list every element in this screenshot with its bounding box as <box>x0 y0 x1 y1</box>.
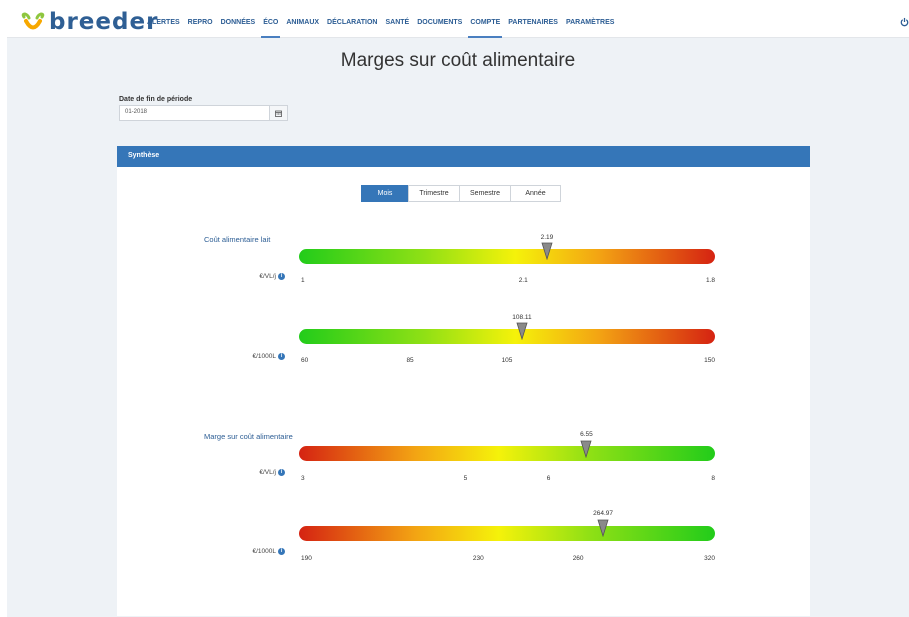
unit-text: €/VL/j <box>259 273 276 281</box>
gauge-marker <box>597 519 609 537</box>
unit-text: €/1000L <box>252 548 277 556</box>
gauge-bar <box>299 329 715 344</box>
nav-item-sante[interactable]: SANTÉ <box>381 7 413 38</box>
gauge-unit-label: €/VL/j i <box>205 469 285 476</box>
gauge-tick-label: 1 <box>301 277 305 284</box>
gauge-unit-label: €/1000L i <box>205 353 285 360</box>
gauge-value-label: 6.55 <box>580 431 593 438</box>
cow-head-icon <box>21 12 45 30</box>
gauge-group-title: Coût alimentaire lait <box>204 235 271 244</box>
nav-item-donnees[interactable]: DONNÉES <box>217 7 260 38</box>
gauge-value-label: 264.97 <box>593 510 614 517</box>
gauge-tick-label: 6 <box>546 475 551 482</box>
nav-item-documents[interactable]: DOCUMENTS <box>413 7 466 38</box>
gauge-unit-label: €/VL/j i <box>205 273 285 280</box>
top-navbar: breeder ALERTES REPRO DONNÉES ÉCO ANIMAUX DÉC… <box>7 7 909 38</box>
gauge-marker <box>541 242 553 260</box>
gauge-unit-label: €/1000L i <box>205 548 285 555</box>
info-icon[interactable]: i <box>278 273 285 280</box>
info-icon[interactable]: i <box>278 469 285 476</box>
gauge-marker <box>516 322 528 340</box>
nav-item-repro[interactable]: REPRO <box>184 7 217 38</box>
gauge-group-title: Marge sur coût alimentaire <box>204 432 293 441</box>
gauge-tick-label: 150 <box>704 357 715 364</box>
gauge-tick-label: 1.8 <box>705 277 715 284</box>
breeder-logo[interactable]: breeder <box>20 10 158 34</box>
gauge-bar <box>299 249 715 264</box>
gauge-tick-label: 320 <box>704 555 715 562</box>
unit-text: €/VL/j <box>259 469 276 477</box>
gauge-tick-label: 190 <box>301 555 312 562</box>
gauge-tick-label: 8 <box>711 475 715 482</box>
gauge-tick-label: 2.1 <box>518 277 528 284</box>
unit-text: €/1000L <box>252 353 277 361</box>
nav-item-animaux[interactable]: ANIMAUX <box>282 7 323 38</box>
main-nav: ALERTES REPRO DONNÉES ÉCO ANIMAUX DÉCLARATION… <box>143 7 618 38</box>
logo-text: breeder <box>49 9 159 35</box>
info-icon[interactable]: i <box>278 353 285 360</box>
app-frame: breeder ALERTES REPRO DONNÉES ÉCO ANIMAUX DÉC… <box>7 7 909 617</box>
nav-item-compte[interactable]: COMPTE <box>466 7 504 38</box>
gauge-tick-label: 260 <box>572 555 584 562</box>
gauge-marker <box>580 440 592 458</box>
synthese-panel: Synthèse Mois Trimestre Semestre Année Coût… <box>117 146 810 616</box>
gauge-value-label: 2.19 <box>540 234 554 241</box>
gauge-tick-label: 3 <box>301 475 305 482</box>
gauge-tick-label: 105 <box>501 357 513 364</box>
power-icon[interactable] <box>900 17 909 27</box>
gauge-tick-label: 85 <box>406 357 414 364</box>
nav-item-partenaires[interactable]: PARTENAIRES <box>504 7 562 38</box>
nav-item-declaration[interactable]: DÉCLARATION <box>323 7 381 38</box>
date-filter-label: Date de fin de période <box>119 96 193 103</box>
gauge-tick-label: 230 <box>472 555 484 562</box>
gauges-area: Coût alimentaire lait €/VL/j i 2.19 1 2.1 1.8 €… <box>117 146 810 616</box>
gauge-tick-label: 5 <box>463 475 468 482</box>
calendar-button[interactable] <box>269 106 287 120</box>
page-title: Marges sur coût alimentaire <box>340 50 576 71</box>
info-icon[interactable]: i <box>278 548 285 555</box>
nav-item-parametres[interactable]: PARAMÈTRES <box>562 7 618 38</box>
nav-item-eco[interactable]: ÉCO <box>259 7 282 38</box>
date-filter-value: 01-2018 <box>125 109 148 115</box>
date-filter-input[interactable]: 01-2018 <box>119 105 288 121</box>
gauge-value-label: 108.11 <box>512 314 532 321</box>
calendar-icon <box>275 110 282 117</box>
gauge-bar <box>299 526 715 541</box>
gauge-bar <box>299 446 715 461</box>
gauge-tick-label: 60 <box>301 357 309 364</box>
nav-item-alertes[interactable]: ALERTES <box>143 7 184 38</box>
